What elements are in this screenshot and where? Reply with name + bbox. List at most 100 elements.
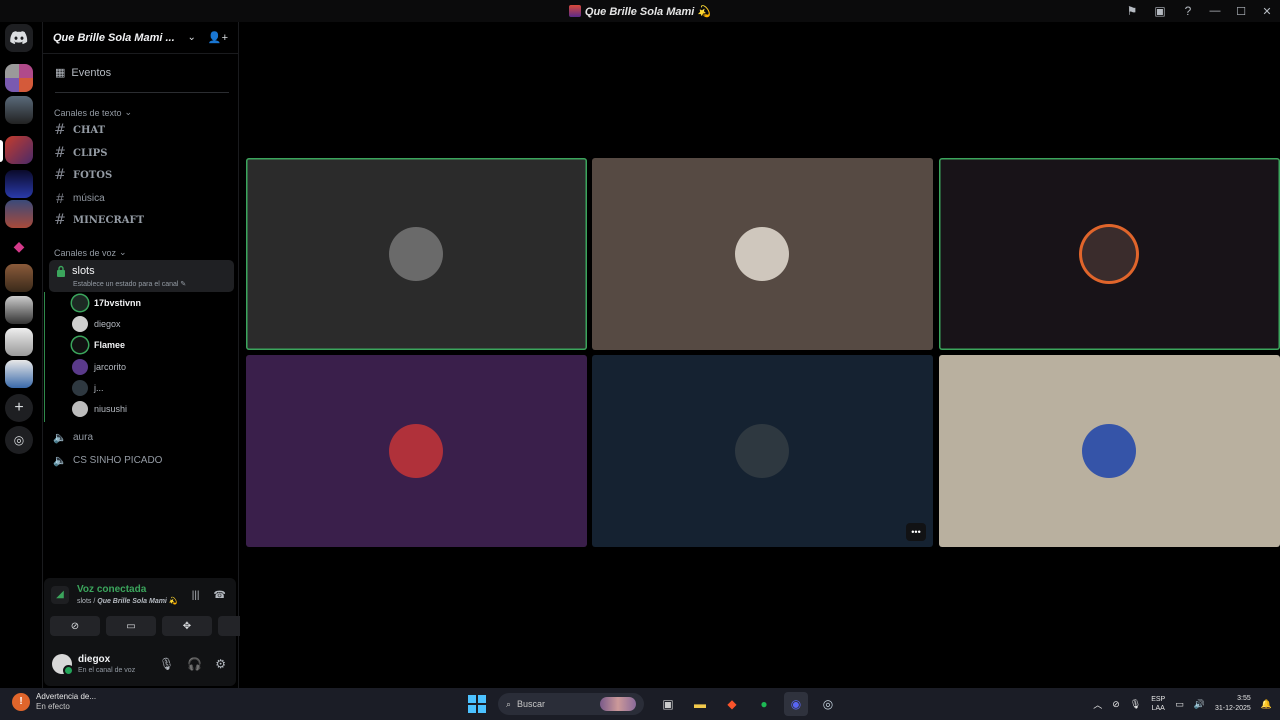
avatar xyxy=(735,227,789,281)
voice-connected-line xyxy=(44,292,45,422)
server-icon-brown[interactable] xyxy=(5,264,33,292)
channel-minecraft[interactable]: # MINECRAFT xyxy=(53,210,144,230)
server-icon-pink[interactable]: ◆ xyxy=(5,232,33,260)
close-button[interactable]: ✕ xyxy=(1254,0,1280,22)
speaker-icon: 🔈 xyxy=(53,454,67,467)
server-icon-cup[interactable] xyxy=(5,360,33,388)
chevron-down-icon: ⌄ xyxy=(124,107,133,117)
language-indicator[interactable]: ESP LAA xyxy=(1151,695,1165,713)
microphone-icon[interactable]: 🎙 xyxy=(1130,699,1141,710)
screen-share-icon: ▭ xyxy=(126,620,136,632)
server-icon-bw[interactable] xyxy=(5,296,33,324)
voice-member[interactable]: jarcorito xyxy=(72,358,126,376)
server-icon-active[interactable] xyxy=(5,136,33,164)
user-info[interactable]: diegox En el canal de voz xyxy=(78,654,159,674)
server-icon-white[interactable] xyxy=(5,328,33,356)
voice-member[interactable]: diegox xyxy=(72,315,121,333)
voice-connection-info[interactable]: ◢ Voz conectada slots / Que Brille Sola … xyxy=(51,584,178,605)
steam-icon[interactable]: ◎ xyxy=(816,692,840,716)
server-emoji-icon xyxy=(568,5,581,17)
voice-stage: ••• xyxy=(240,22,1280,688)
channel-chat[interactable]: # CHAT xyxy=(53,120,105,140)
warning-notification[interactable]: ! Advertencia de... En efecto xyxy=(12,692,96,711)
server-icon-bm[interactable] xyxy=(5,96,33,124)
hash-icon: # xyxy=(54,145,66,161)
channel-clips[interactable]: # CLIPS xyxy=(53,143,107,163)
window-title: Que Brille Sola Mami 💫 xyxy=(568,5,711,18)
help-icon[interactable]: ? xyxy=(1174,0,1202,22)
disconnect-icon[interactable]: ☎ xyxy=(214,590,226,601)
channel-fotos[interactable]: # FOTOS xyxy=(53,165,112,185)
voice-channel-aura[interactable]: 🔈 aura xyxy=(53,427,93,447)
title-bar: Que Brille Sola Mami 💫 ⚑ ▣ ? — ☐ ✕ xyxy=(0,0,1280,22)
participant-tile[interactable] xyxy=(246,158,587,350)
avatar xyxy=(735,424,789,478)
participant-tile[interactable] xyxy=(246,355,587,547)
participant-tile[interactable] xyxy=(592,158,933,350)
maximize-button[interactable]: ☐ xyxy=(1228,0,1254,22)
clock[interactable]: 3:55 31-12-2025 xyxy=(1215,694,1251,714)
headphones-icon[interactable]: 🎧 xyxy=(187,657,202,671)
noise-suppression-icon[interactable]: ||| xyxy=(192,590,200,601)
discord-home-icon[interactable] xyxy=(5,24,33,52)
chevron-down-icon[interactable]: ⌄ xyxy=(187,32,195,43)
file-explorer-icon[interactable]: ▬ xyxy=(688,692,712,716)
voice-member[interactable]: j... xyxy=(72,379,104,397)
discover-icon[interactable]: ◎ xyxy=(5,426,33,454)
voice-channel-slots[interactable]: slots Establece un estado para el canal … xyxy=(49,260,234,292)
volume-icon[interactable]: 🔊 xyxy=(1194,699,1205,710)
pencil-icon: ✎ xyxy=(180,281,187,288)
camera-button[interactable]: ⊘ xyxy=(50,616,100,636)
divider xyxy=(55,92,229,93)
avatar xyxy=(72,401,88,417)
user-status: En el canal de voz xyxy=(78,667,136,674)
channel-musica[interactable]: # música xyxy=(53,188,105,208)
avatar xyxy=(72,316,88,332)
minimize-button[interactable]: — xyxy=(1202,0,1228,22)
participant-tile[interactable] xyxy=(939,355,1280,547)
taskbar-apps: ⌕ Buscar ▣ ▬ ◆ ● ◉ ◎ xyxy=(468,692,840,716)
activities-button[interactable]: ✥ xyxy=(162,616,212,636)
discord-taskbar-icon[interactable]: ◉ xyxy=(784,692,808,716)
microphone-icon[interactable]: 🎙 xyxy=(159,657,174,671)
avatar xyxy=(72,380,88,396)
windows-start-icon[interactable] xyxy=(468,695,486,713)
notifications-icon[interactable]: 🔔 xyxy=(1261,699,1272,710)
signal-icon[interactable]: ◢ xyxy=(51,585,69,604)
gear-icon[interactable]: ⚙ xyxy=(215,657,226,671)
voice-member[interactable]: 17bvstivnn xyxy=(72,294,141,312)
screen-share-button[interactable]: ▭ xyxy=(106,616,156,636)
task-view-icon[interactable]: ▣ xyxy=(656,692,680,716)
inbox-icon[interactable]: ▣ xyxy=(1146,0,1174,22)
wifi-off-icon[interactable]: ⊘ xyxy=(1112,699,1120,710)
brave-browser-icon[interactable]: ◆ xyxy=(720,692,744,716)
add-server-icon[interactable]: + xyxy=(5,394,33,422)
participant-tile[interactable] xyxy=(939,158,1280,350)
category-text[interactable]: Canales de texto ⌄ xyxy=(54,107,132,118)
server-icon-poster[interactable] xyxy=(5,200,33,228)
chevron-down-icon: ⌄ xyxy=(119,247,127,257)
invite-icon[interactable]: 👤+ xyxy=(208,31,228,44)
guild-header[interactable]: Que Brille Sola Mami ... ⌄ 👤+ xyxy=(43,22,238,54)
avatar[interactable] xyxy=(52,654,74,676)
windows-taskbar: ! Advertencia de... En efecto ⌕ Buscar ▣… xyxy=(0,688,1280,720)
avatar xyxy=(72,337,88,353)
network-icon[interactable]: ▭ xyxy=(1175,699,1184,710)
more-options-button[interactable]: ••• xyxy=(906,523,926,541)
category-voice[interactable]: Canales de voz ⌄ xyxy=(54,247,127,258)
events-item[interactable]: ▦ Eventos xyxy=(55,66,111,80)
spotify-icon[interactable]: ● xyxy=(752,692,776,716)
server-icon-blue[interactable] xyxy=(5,170,33,198)
server-folder-icon[interactable] xyxy=(5,64,33,92)
search-box[interactable]: ⌕ Buscar xyxy=(498,693,644,715)
participant-tile[interactable]: ••• xyxy=(592,355,933,547)
chevron-up-icon[interactable]: ︿ xyxy=(1093,698,1102,711)
channel-status-prompt[interactable]: Establece un estado para el canal ✎ xyxy=(73,280,186,288)
voice-location: slots / Que Brille Sola Mami 💫 xyxy=(77,598,178,605)
voice-member[interactable]: Flamee xyxy=(72,336,125,354)
voice-channel-name: slots xyxy=(72,265,95,277)
voice-member[interactable]: niusushi xyxy=(72,400,127,418)
flag-icon[interactable]: ⚑ xyxy=(1118,0,1146,22)
voice-channel-cs[interactable]: 🔈 CS SINHO PICADO xyxy=(53,450,162,470)
channel-sidebar: Que Brille Sola Mami ... ⌄ 👤+ ▦ Eventos … xyxy=(42,22,268,688)
